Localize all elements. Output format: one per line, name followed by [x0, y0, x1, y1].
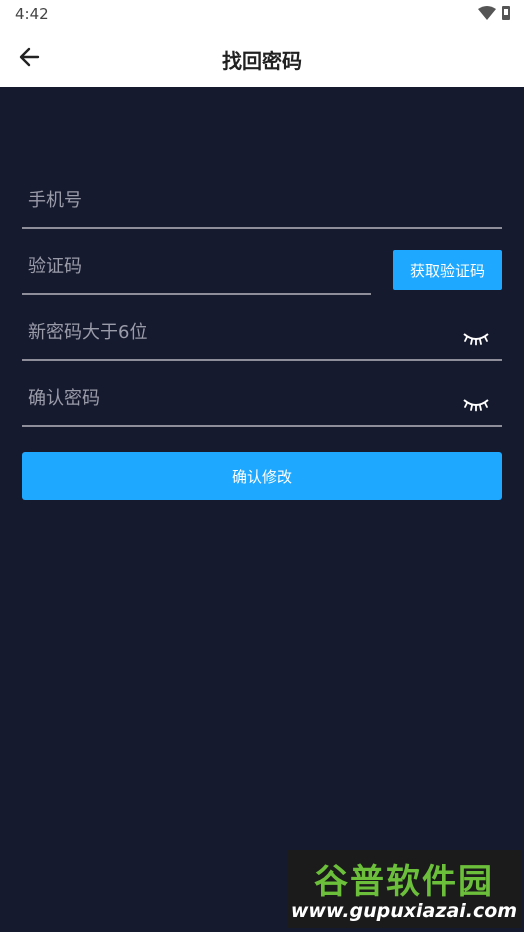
phone-underline: [22, 227, 502, 229]
get-code-button[interactable]: 获取验证码: [393, 250, 502, 290]
battery-icon: [502, 6, 510, 20]
watermark-title: 谷普软件园: [314, 862, 494, 902]
wifi-icon: [478, 6, 496, 20]
confirm-password-input[interactable]: [22, 378, 502, 418]
watermark: 谷普软件园 www.gupuxiazai.com: [287, 850, 521, 928]
confirm-change-button[interactable]: 确认修改: [22, 452, 502, 500]
code-input[interactable]: [22, 246, 371, 286]
confirm-password-field: [22, 378, 502, 428]
new-password-field: [22, 312, 502, 362]
eye-closed-icon[interactable]: [462, 396, 490, 412]
status-time: 4:42: [15, 5, 49, 23]
app-bar: 找回密码: [0, 28, 524, 87]
code-field: [22, 246, 371, 296]
status-bar: 4:42: [0, 0, 524, 28]
confirm-password-underline: [22, 425, 502, 427]
page-title: 找回密码: [222, 49, 302, 73]
watermark-url: www.gupuxiazai.com: [290, 900, 518, 922]
eye-closed-icon[interactable]: [462, 330, 490, 346]
code-underline: [22, 293, 371, 295]
phone-input[interactable]: [22, 180, 502, 220]
status-icons: [478, 5, 510, 21]
new-password-input[interactable]: [22, 312, 502, 352]
phone-field: [22, 180, 502, 230]
new-password-underline: [22, 359, 502, 361]
